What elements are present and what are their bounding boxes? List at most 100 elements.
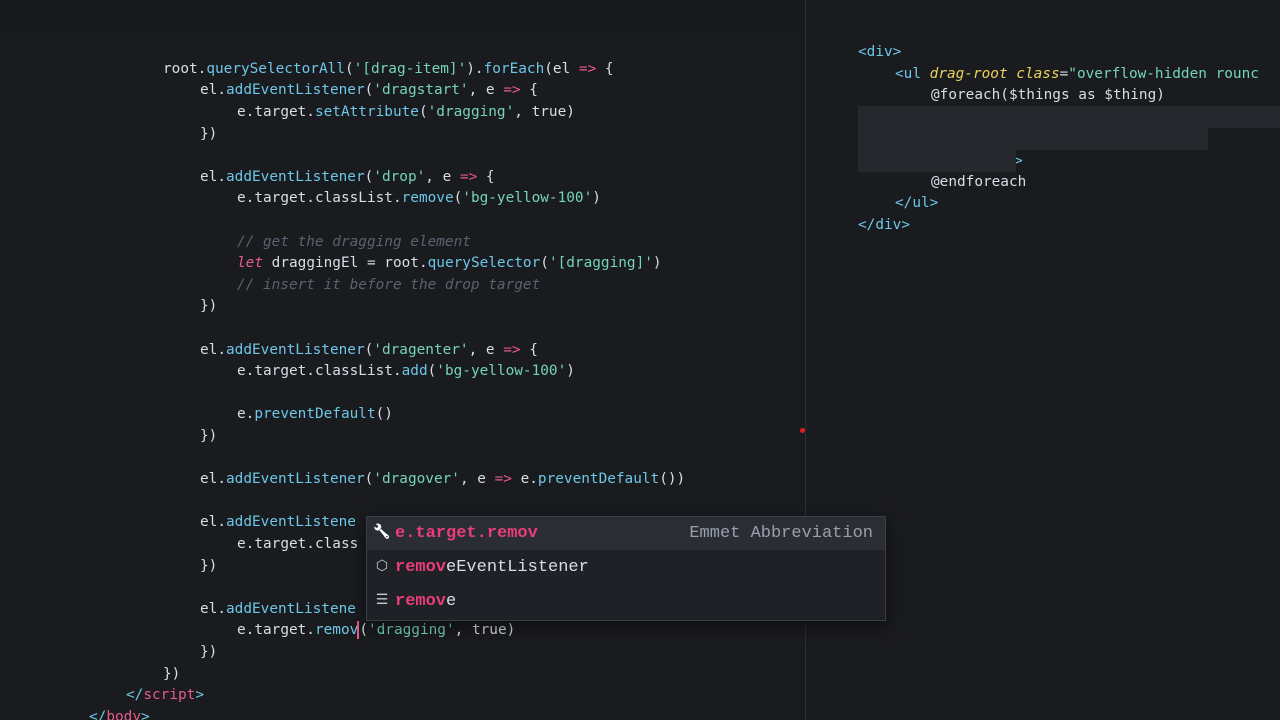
- code-token: @endforeach: [931, 174, 1027, 190]
- left-code-line[interactable]: }): [200, 123, 217, 145]
- code-token: }): [200, 428, 218, 444]
- left-code-line[interactable]: }): [200, 555, 217, 577]
- autocomplete-item[interactable]: 🔧 e.target.remov Emmet Abbreviation: [367, 517, 885, 550]
- code-token: // get the dragging element: [237, 234, 471, 250]
- right-code-line[interactable]: <ul drag-root class="overflow-hidden rou…: [895, 63, 1259, 85]
- code-token: {: [596, 61, 614, 77]
- code-token: add: [401, 363, 428, 379]
- left-code-line[interactable]: root.querySelectorAll('[drag-item]').for…: [163, 58, 614, 80]
- code-token: el.: [200, 169, 226, 185]
- code-token: (: [344, 61, 354, 77]
- left-code-line[interactable]: }): [163, 663, 180, 685]
- right-code-line[interactable]: <div>: [858, 41, 901, 63]
- code-token: (: [453, 190, 463, 206]
- code-token: 'dragging': [367, 622, 455, 638]
- code-token: '[dragging]': [548, 255, 653, 271]
- left-code-line[interactable]: let draggingEl = root.querySelector('[dr…: [237, 252, 662, 274]
- code-token: remov: [314, 622, 359, 638]
- selection-highlight: [858, 106, 1280, 128]
- left-code-line[interactable]: }): [200, 641, 217, 663]
- code-token: ): [566, 363, 575, 379]
- code-token: let: [237, 255, 263, 271]
- code-token: el.: [200, 471, 226, 487]
- code-token: addEventListener: [226, 342, 365, 358]
- left-code-line[interactable]: }): [200, 425, 217, 447]
- right-code-line[interactable]: @foreach($things as $thing): [931, 84, 1165, 106]
- left-code-line[interactable]: el.addEventListene: [200, 511, 356, 533]
- code-token: (: [359, 622, 368, 638]
- code-token: =>: [503, 342, 521, 358]
- code-token: , true): [454, 622, 516, 638]
- left-code-line[interactable]: el.addEventListener('dragenter', e => {: [200, 339, 538, 361]
- code-token: (: [364, 82, 374, 98]
- autocomplete-rest: eEventListener: [446, 558, 589, 577]
- code-token: </: [89, 709, 107, 720]
- code-token: e.target.classList.: [237, 190, 402, 206]
- code-token: {: [477, 169, 495, 185]
- code-token: {: [520, 342, 538, 358]
- code-token: el.: [200, 82, 226, 98]
- code-token: ): [592, 190, 601, 206]
- code-token: (: [418, 104, 428, 120]
- code-token: =>: [503, 82, 521, 98]
- left-code-line[interactable]: e.target.remov('dragging', true): [237, 619, 515, 641]
- code-token: draggingEl = root.: [263, 255, 428, 271]
- left-code-line[interactable]: el.addEventListene: [200, 598, 356, 620]
- code-token: setAttribute: [314, 104, 419, 120]
- code-token: el.: [200, 601, 226, 617]
- code-token: true: [531, 104, 567, 120]
- autocomplete-match: e.target.remov: [395, 524, 538, 543]
- left-code-line[interactable]: el.addEventListener('dragstart', e => {: [200, 79, 538, 101]
- code-token: ,: [514, 104, 532, 120]
- left-code-line[interactable]: e.preventDefault(): [237, 403, 393, 425]
- left-code-line[interactable]: // insert it before the drop target: [237, 274, 540, 296]
- left-code-line[interactable]: e.target.classList.add('bg-yellow-100'): [237, 360, 575, 382]
- code-token: }): [200, 298, 218, 314]
- breakpoint-marker: [800, 428, 805, 433]
- code-token: e.target.class: [237, 536, 359, 552]
- left-code-line[interactable]: e.target.classList.remove('bg-yellow-100…: [237, 187, 601, 209]
- code-token: addEventListene: [226, 601, 356, 617]
- code-token: drag-root class: [929, 66, 1060, 82]
- code-token: script: [143, 687, 196, 703]
- code-token: <ul: [895, 66, 930, 82]
- code-token: el.: [200, 514, 226, 530]
- wrench-icon: 🔧: [373, 525, 391, 541]
- code-token: (: [540, 255, 549, 271]
- left-code-line[interactable]: el.addEventListener('dragover', e => e.p…: [200, 468, 685, 490]
- autocomplete-match: remov: [395, 592, 447, 611]
- left-code-line[interactable]: el.addEventListener('drop', e => {: [200, 166, 495, 188]
- autocomplete-item[interactable]: ⬡ removeEventListener: [367, 551, 885, 584]
- autocomplete-label: e.target.remov: [395, 517, 538, 550]
- left-code-line[interactable]: }): [200, 295, 217, 317]
- code-token: >: [140, 709, 150, 720]
- right-code-line[interactable]: </ul>: [895, 192, 938, 214]
- code-token: 'drop': [373, 169, 426, 185]
- code-token: addEventListener: [226, 169, 365, 185]
- code-token: </: [126, 687, 144, 703]
- code-token: (: [364, 342, 374, 358]
- code-token: (: [364, 471, 374, 487]
- code-token: 'dragstart': [373, 82, 469, 98]
- left-code-line[interactable]: e.target.setAttribute('dragging', true): [237, 101, 575, 123]
- autocomplete-popup[interactable]: 🔧 e.target.remov Emmet Abbreviation ⬡ remove…: [366, 516, 886, 621]
- left-code-line[interactable]: </body>: [89, 706, 150, 720]
- code-token: =>: [459, 169, 478, 185]
- autocomplete-item[interactable]: ☰ remove: [367, 585, 885, 618]
- code-token: }): [200, 644, 218, 660]
- code-token: // insert it before the drop target: [237, 277, 541, 293]
- right-code-line[interactable]: </div>: [858, 214, 910, 236]
- code-token: @foreach($things as $thing): [931, 87, 1165, 103]
- code-token: ()): [659, 471, 686, 487]
- code-token: querySelector: [427, 255, 541, 271]
- left-code-line[interactable]: </script>: [126, 684, 204, 706]
- code-token: ): [652, 255, 662, 271]
- code-token: e.target.: [237, 622, 315, 638]
- code-token: , e: [425, 169, 460, 185]
- left-code-line[interactable]: e.target.class: [237, 533, 358, 555]
- code-token: }): [200, 126, 218, 142]
- code-token: ): [566, 104, 575, 120]
- left-code-line[interactable]: // get the dragging element: [237, 231, 471, 253]
- right-code-line[interactable]: @endforeach: [931, 171, 1026, 193]
- autocomplete-label: remove: [395, 585, 456, 618]
